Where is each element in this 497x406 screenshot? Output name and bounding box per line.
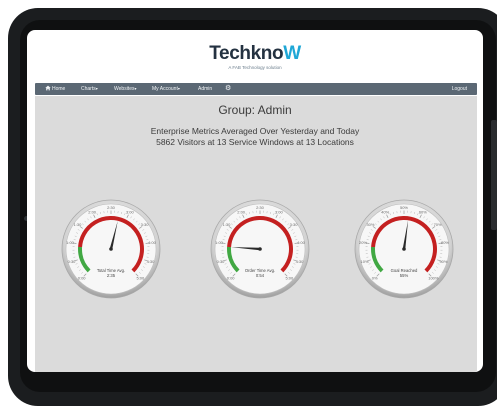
gauge-tick-label: 2:30	[256, 205, 265, 210]
gauge-tick-label: 2:30	[107, 205, 116, 210]
gauge-goal-reached[interactable]: 0%10%20%30%40%50%60%70%80%90%100%Goal Re…	[355, 200, 453, 298]
gauge-value: 0:54	[256, 273, 265, 278]
gauge-tick-label: 4:30	[147, 259, 156, 264]
gauge-tick-label: 20%	[359, 240, 367, 245]
gauge-value: 55%	[400, 273, 409, 278]
gauge-tick-label: 30%	[366, 222, 374, 227]
gauge-tick-label: 1:30	[74, 222, 83, 227]
gauge-tick-label: 2:00	[237, 209, 246, 214]
gauge-hub	[258, 247, 262, 251]
gauge-tick-label: 90%	[439, 259, 447, 264]
gauge-tick-label: 5:00	[285, 276, 294, 281]
gauge-tick-label: 0:30	[68, 259, 77, 264]
gauge-value: 2:35	[107, 273, 116, 278]
gauge-tick-label: 1:00	[215, 240, 224, 245]
gauge-tick-label: 3:30	[141, 222, 150, 227]
gauge-tick-label: 0:00	[227, 276, 236, 281]
gauge-order-time[interactable]: 0:00 0:30 1:00 1:30 2:00 2:30 3:00 3:30 4:00 4:30…	[211, 200, 309, 298]
gauge-tick-label: 3:00	[275, 209, 284, 214]
app-screen: TechknoW A FAB Technology solution Home …	[27, 30, 483, 372]
gauge-tick-label: 4:00	[297, 240, 306, 245]
gauge-total-time[interactable]: 0:00 0:30 1:00 1:30 2:00 2:30 3:00 3:30 4:00 4:30…	[62, 200, 160, 298]
gauge-tick-label: 80%	[441, 240, 449, 245]
gauge-tick-label: 60%	[419, 209, 427, 214]
gauge-tick-label: 2:00	[88, 209, 97, 214]
gauge-tick-label: 40%	[381, 209, 389, 214]
gauge-tick-label: 4:30	[296, 259, 305, 264]
tablet-side-edge	[491, 120, 497, 230]
gauge-tick-label: 10%	[361, 259, 369, 264]
gauge-tick-label: 1:30	[223, 222, 232, 227]
gauge-tick-label: 0:00	[78, 276, 87, 281]
gauge-hub	[402, 247, 406, 251]
gauge-tick-label: 100%	[428, 276, 439, 281]
gauge-tick-label: 3:30	[290, 222, 299, 227]
gauge-tick-label: 4:00	[148, 240, 157, 245]
gauge-tick-label: 70%	[434, 222, 442, 227]
gauge-hub	[109, 247, 113, 251]
gauge-tick-label: 5:00	[136, 276, 145, 281]
gauge-tick-label: 3:00	[126, 209, 135, 214]
gauge-tick-label: 1:00	[66, 240, 75, 245]
gauge-row: 0:00 0:30 1:00 1:30 2:00 2:30 3:00 3:30 4:00 4:30…	[27, 30, 483, 372]
gauge-tick-label: 0:30	[217, 259, 226, 264]
gauge-tick-label: 50%	[400, 205, 408, 210]
gauge-tick-label: 0%	[372, 276, 378, 281]
